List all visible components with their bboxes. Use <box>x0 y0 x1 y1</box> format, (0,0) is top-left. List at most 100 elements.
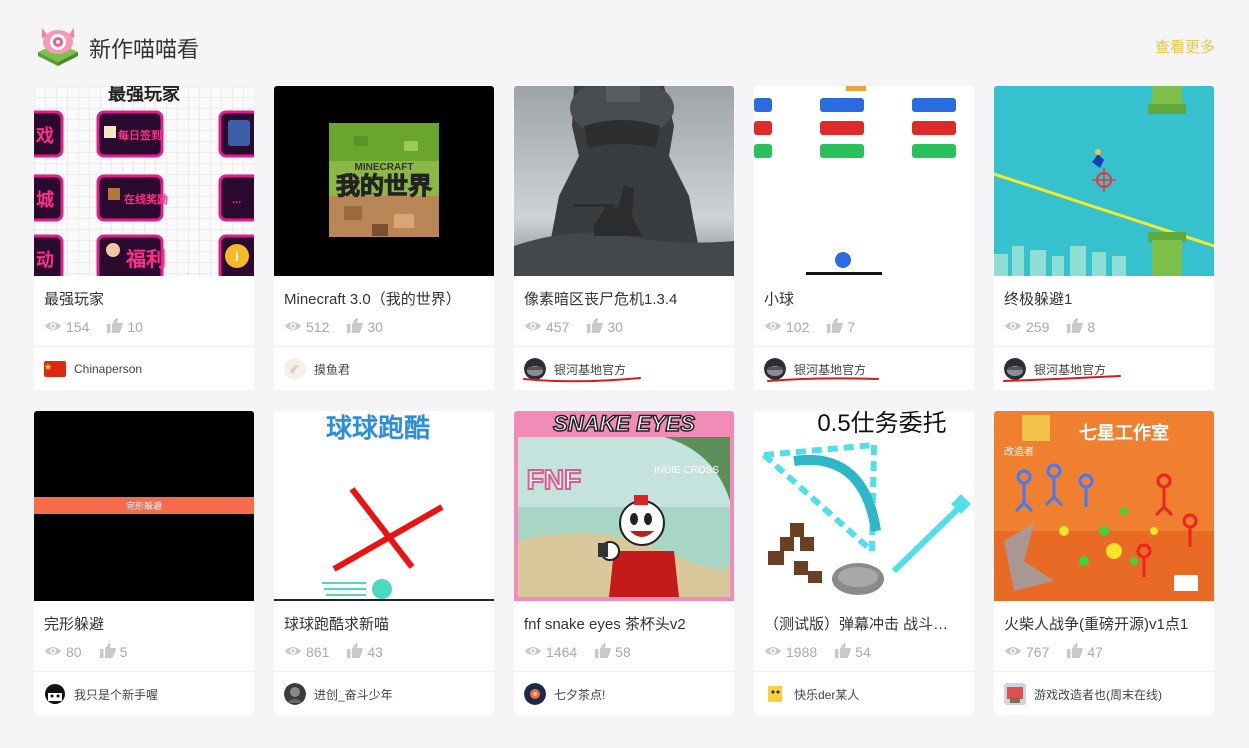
game-card[interactable]: 终极躲避1 259 8 银河基地官方 <box>994 86 1214 390</box>
author-name[interactable]: 进创_奋斗少年 <box>314 686 393 703</box>
game-title[interactable]: （测试版）弹幕冲击 战斗… <box>764 613 964 634</box>
like-count: 7 <box>847 319 856 335</box>
game-title[interactable]: 火柴人战争(重磅开源)v1点1 <box>1004 613 1204 634</box>
avatar[interactable] <box>284 358 306 380</box>
game-card[interactable]: SNAKE EYES FNF INDIE CROSS fnf snake eye… <box>514 411 734 715</box>
thumbs-up-icon <box>347 318 364 336</box>
thumb-tile-text: 动 <box>36 250 54 270</box>
game-thumbnail[interactable]: 完形躲避 <box>34 411 254 601</box>
game-title[interactable]: 最强玩家 <box>44 288 244 309</box>
thumb-sub: 改造者 <box>1004 445 1034 458</box>
game-title[interactable]: 终极躲避1 <box>1004 288 1204 309</box>
author-row[interactable]: 进创_奋斗少年 <box>284 683 393 705</box>
divider <box>34 346 254 347</box>
thumb-heading: 球球跑酷 <box>326 413 430 443</box>
game-thumbnail[interactable] <box>754 86 974 276</box>
view-count: 154 <box>66 319 90 335</box>
thumbs-up-icon <box>107 318 124 336</box>
game-stats: 80 5 <box>44 643 145 661</box>
like-count: 47 <box>1087 644 1103 660</box>
author-name[interactable]: 快乐der某人 <box>794 686 859 703</box>
red-underline-annotation <box>767 377 879 382</box>
author-name[interactable]: Chinaperson <box>74 362 142 376</box>
thumb-brand: MINECRAFT <box>355 162 414 173</box>
thumb-logo: FNF <box>527 464 581 495</box>
thumb-heading: 我的世界 <box>336 172 432 200</box>
game-card[interactable]: MINECRAFT 我的世界 Minecraft 3.0（我的世界） 512 3… <box>274 86 494 390</box>
view-count: 861 <box>306 644 330 660</box>
game-title[interactable]: 像素暗区丧尸危机1.3.4 <box>524 288 724 309</box>
divider <box>34 671 254 672</box>
avatar[interactable] <box>44 683 66 705</box>
eye-icon <box>44 644 62 660</box>
game-card[interactable]: 像素暗区丧尸危机1.3.4 457 30 银河基地官方 <box>514 86 734 390</box>
like-count: 30 <box>607 319 623 335</box>
author-name[interactable]: 七夕茶点! <box>554 686 605 703</box>
eye-icon <box>284 644 302 660</box>
avatar[interactable] <box>1004 683 1026 705</box>
author-row[interactable]: 快乐der某人 <box>764 683 859 705</box>
view-count: 80 <box>66 644 82 660</box>
divider <box>514 346 734 347</box>
game-card[interactable]: 球球跑酷 球球跑酷求新喵 861 43 进创_奋斗少年 <box>274 411 494 715</box>
divider <box>274 346 494 347</box>
game-thumbnail[interactable]: MINECRAFT 我的世界 <box>274 86 494 276</box>
game-card[interactable]: 小球 102 7 银河基地官方 <box>754 86 974 390</box>
view-more-link[interactable]: 查看更多 <box>1155 36 1215 57</box>
avatar[interactable] <box>284 683 306 705</box>
author-name[interactable]: 摸鱼君 <box>314 361 350 378</box>
game-card[interactable]: 七星工作室 改造者 火柴人战争(重磅开源)v1点1 767 47 游戏改造者也(… <box>994 411 1214 715</box>
view-count: 102 <box>786 319 810 335</box>
author-row[interactable]: 我只是个新手喔 <box>44 683 158 705</box>
game-title[interactable]: 球球跑酷求新喵 <box>284 613 484 634</box>
divider <box>754 346 974 347</box>
game-card[interactable]: 0.5仕务委托 （测试版）弹幕冲击 战斗… 1988 54 快乐der某人 <box>754 411 974 715</box>
like-count: 58 <box>615 644 631 660</box>
game-thumbnail[interactable]: 最强玩家 戏 城 动 每日签到 在线奖励 ... 福利 i <box>34 86 254 276</box>
game-card[interactable]: 最强玩家 戏 城 动 每日签到 在线奖励 ... 福利 i 最强玩家 154 1… <box>34 86 254 390</box>
avatar[interactable] <box>524 683 546 705</box>
thumbs-up-icon <box>1067 318 1084 336</box>
red-underline-annotation <box>1003 375 1121 382</box>
game-thumbnail[interactable] <box>994 86 1214 276</box>
divider <box>514 671 734 672</box>
game-title[interactable]: 完形躲避 <box>44 613 244 634</box>
view-count: 512 <box>306 319 330 335</box>
game-thumbnail[interactable]: 球球跑酷 <box>274 411 494 601</box>
game-stats: 1988 54 <box>764 643 889 661</box>
game-title[interactable]: Minecraft 3.0（我的世界） <box>284 288 484 309</box>
avatar[interactable] <box>764 683 786 705</box>
game-stats: 861 43 <box>284 643 401 661</box>
game-thumbnail[interactable]: 七星工作室 改造者 <box>994 411 1214 601</box>
author-name[interactable]: 游戏改造者也(周末在线) <box>1034 686 1162 703</box>
like-count: 30 <box>367 319 383 335</box>
like-count: 54 <box>855 644 871 660</box>
like-count: 43 <box>367 644 383 660</box>
author-row[interactable]: 游戏改造者也(周末在线) <box>1004 683 1162 705</box>
game-thumbnail[interactable]: 0.5仕务委托 <box>754 411 974 601</box>
game-card[interactable]: 完形躲避 完形躲避 80 5 我只是个新手喔 <box>34 411 254 715</box>
thumbs-up-icon <box>835 643 851 661</box>
thumb-sub: INDIE CROSS <box>654 465 719 476</box>
game-stats: 512 30 <box>284 318 401 336</box>
divider <box>274 671 494 672</box>
view-count: 1464 <box>546 644 578 660</box>
eye-icon <box>524 644 542 660</box>
divider <box>994 671 1214 672</box>
game-stats: 457 30 <box>524 318 641 336</box>
game-thumbnail[interactable] <box>514 86 734 276</box>
author-name[interactable]: 我只是个新手喔 <box>74 686 158 703</box>
game-title[interactable]: fnf snake eyes 茶杯头v2 <box>524 613 724 634</box>
eye-icon <box>764 319 782 335</box>
eye-icon <box>44 319 62 335</box>
author-row[interactable]: Chinaperson <box>44 358 142 380</box>
like-count: 5 <box>119 644 128 660</box>
author-row[interactable]: 摸鱼君 <box>284 358 350 380</box>
author-row[interactable]: 七夕茶点! <box>524 683 605 705</box>
avatar[interactable] <box>44 361 66 377</box>
game-title[interactable]: 小球 <box>764 288 964 309</box>
game-thumbnail[interactable]: SNAKE EYES FNF INDIE CROSS <box>514 411 734 601</box>
divider <box>754 671 974 672</box>
view-count: 259 <box>1026 319 1050 335</box>
thumb-tile-text: 在线奖励 <box>124 192 168 206</box>
